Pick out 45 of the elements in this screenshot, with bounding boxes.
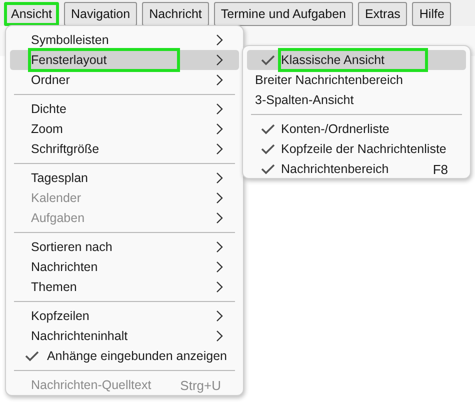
menu-item[interactable]: Sortieren nach <box>10 237 239 257</box>
menu-item[interactable]: Dichte <box>10 99 239 119</box>
chevron-right-icon <box>215 143 223 155</box>
chevron-right-icon <box>215 310 223 322</box>
chevron-right-icon <box>215 123 223 135</box>
menu-item[interactable]: Breiter Nachrichtenbereich <box>247 70 466 90</box>
menu-button[interactable]: Navigation <box>64 2 138 26</box>
menu-button[interactable]: Extras <box>358 2 408 26</box>
checkmark-icon <box>261 54 275 66</box>
chevron-right-icon <box>215 212 223 224</box>
menu-item[interactable]: Ordner <box>10 70 239 90</box>
menu-item[interactable]: Themen <box>10 277 239 297</box>
menu-item[interactable]: Schriftgröße <box>10 139 239 159</box>
chevron-right-icon <box>215 241 223 253</box>
shortcut-label: Strg+U <box>180 378 222 392</box>
menu-button[interactable]: Nachricht <box>142 2 209 26</box>
menu-button[interactable]: Termine und Aufgaben <box>214 2 353 26</box>
menu-item[interactable]: Nachrichten <box>10 257 239 277</box>
menu-item[interactable]: Konten-/Ordnerliste <box>247 119 466 139</box>
checkmark-icon <box>261 143 275 155</box>
menu-item[interactable]: Nachrichtenbereich F8 <box>247 159 466 179</box>
checkmark-icon <box>261 123 275 135</box>
checkmark-icon <box>25 350 39 362</box>
menu-item[interactable]: Fensterlayout <box>10 50 239 70</box>
chevron-right-icon <box>215 103 223 115</box>
chevron-right-icon <box>215 34 223 46</box>
shortcut-label: F8 <box>432 162 449 176</box>
menu-item[interactable]: Anhänge eingebunden anzeigen <box>10 346 239 366</box>
chevron-right-icon <box>215 281 223 293</box>
menu-button[interactable]: Hilfe <box>412 2 452 26</box>
chevron-right-icon <box>215 330 223 342</box>
menu-item[interactable]: 3-Spalten-Ansicht <box>247 90 466 110</box>
menu-item[interactable]: Klassische Ansicht <box>247 50 466 70</box>
checkmark-icon <box>261 163 275 175</box>
chevron-right-icon <box>215 172 223 184</box>
chevron-right-icon <box>215 261 223 273</box>
menu-item[interactable]: Zoom <box>10 119 239 139</box>
chevron-right-icon <box>215 54 223 66</box>
menu-item[interactable]: Kopfzeilen <box>10 306 239 326</box>
menu-item[interactable]: Nachrichteninhalt <box>10 326 239 346</box>
menu-item[interactable]: Tagesplan <box>10 168 239 188</box>
menu-button[interactable]: Ansicht <box>4 2 59 26</box>
chevron-right-icon <box>215 74 223 86</box>
menu-item[interactable]: Kopfzeile der Nachrichtenliste <box>247 139 466 159</box>
chevron-right-icon <box>215 192 223 204</box>
